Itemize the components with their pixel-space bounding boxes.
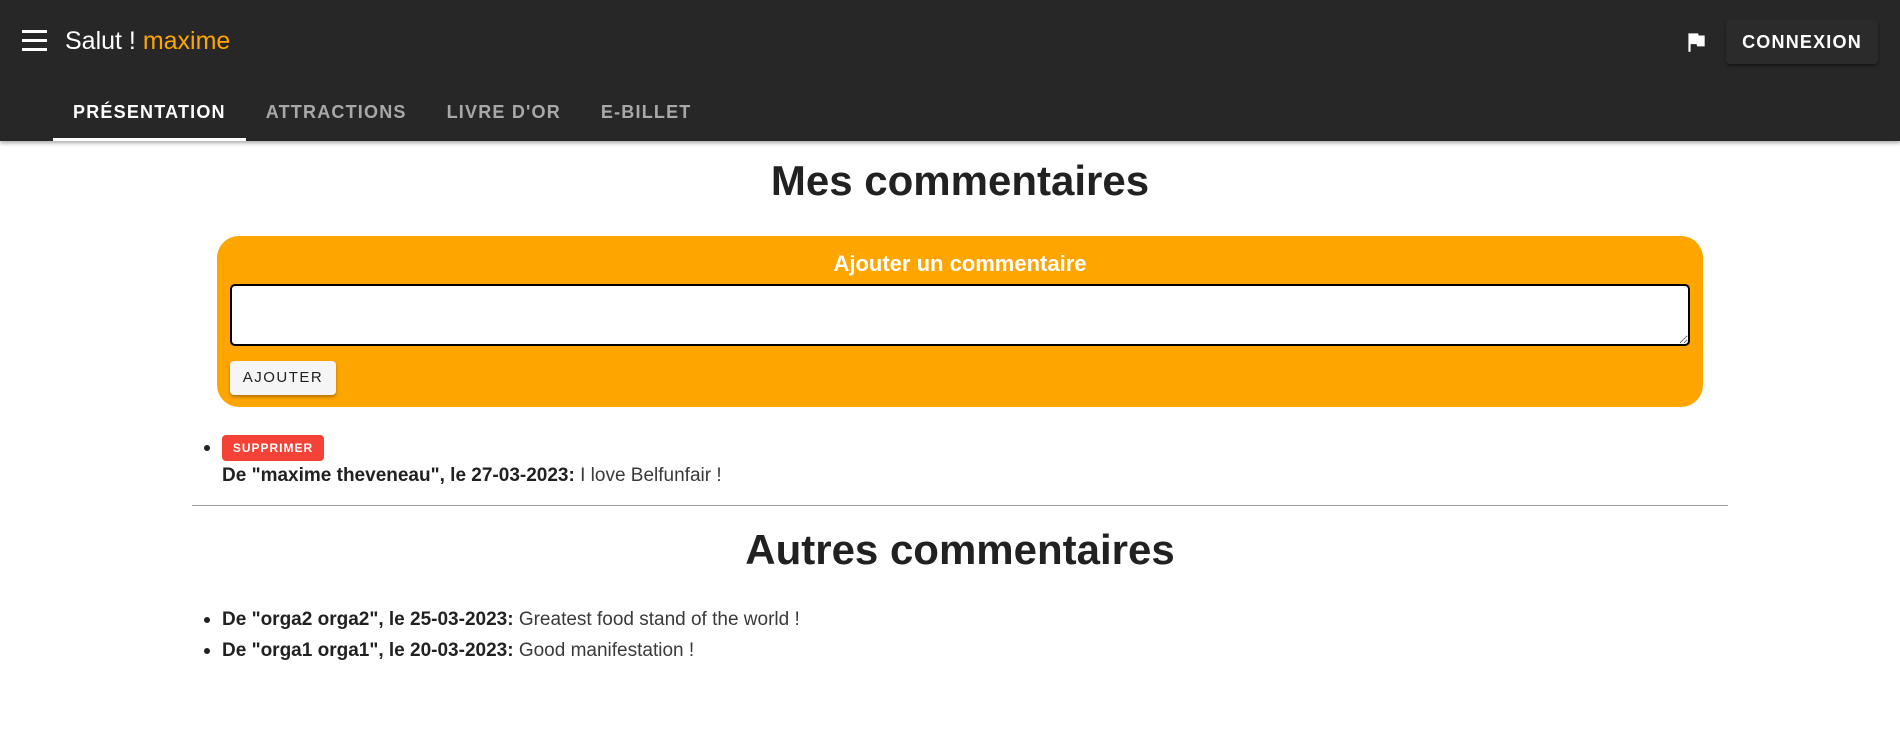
login-button[interactable]: CONNEXION xyxy=(1726,20,1878,64)
comment-body: Greatest food stand of the world ! xyxy=(518,609,800,630)
other-comments-title: Autres commentaires xyxy=(745,526,1175,573)
menu-icon[interactable] xyxy=(22,30,47,51)
add-comment-form: Ajouter un commentaire AJOUTER xyxy=(217,236,1703,407)
tab-attractions[interactable]: ATTRACTIONS xyxy=(246,90,427,141)
flag-icon[interactable] xyxy=(1683,29,1709,55)
bullet xyxy=(204,445,210,451)
divider xyxy=(192,505,1728,506)
comment-text: De "orga1 orga1", le 20-03-2023: Good ma… xyxy=(222,637,800,665)
list-item: De "orga1 orga1", le 20-03-2023: Good ma… xyxy=(204,637,800,667)
username-text: maxime xyxy=(142,27,231,55)
add-comment-button[interactable]: AJOUTER xyxy=(230,361,336,395)
tab-presentation[interactable]: PRÉSENTATION xyxy=(53,90,246,141)
tab-livre-d-or[interactable]: LIVRE D'OR xyxy=(427,90,581,141)
comment-body: I love Belfunfair ! xyxy=(580,465,722,486)
app-title: Salut ! maxime xyxy=(65,24,230,58)
list-item: SUPPRIMER De "maxime theveneau", le 27-0… xyxy=(204,435,722,490)
app-bar: Salut ! maxime CONNEXION PRÉSENTATION AT… xyxy=(0,0,1900,141)
comment-meta: De "orga2 orga2", le 25-03-2023: xyxy=(222,609,514,630)
comment-meta: De "maxime theveneau", le 27-03-2023: xyxy=(222,465,575,486)
add-comment-title: Ajouter un commentaire xyxy=(833,251,1087,276)
tab-e-billet[interactable]: E-BILLET xyxy=(581,90,712,141)
list-item: De "orga2 orga2", le 25-03-2023: Greates… xyxy=(204,606,800,636)
comment-meta: De "orga1 orga1", le 20-03-2023: xyxy=(222,640,514,661)
comment-text: De "maxime theveneau", le 27-03-2023: I … xyxy=(222,462,722,490)
my-comments-title: Mes commentaires xyxy=(770,157,1150,204)
nav-tabs: PRÉSENTATION ATTRACTIONS LIVRE D'OR E-BI… xyxy=(53,90,712,141)
comment-input[interactable] xyxy=(230,284,1690,346)
comment-text: De "orga2 orga2", le 25-03-2023: Greates… xyxy=(222,606,800,634)
greeting-text: Salut ! xyxy=(65,27,136,55)
comment-body: Good manifestation ! xyxy=(518,640,695,661)
toolbar: Salut ! maxime CONNEXION xyxy=(0,0,1900,82)
delete-comment-button[interactable]: SUPPRIMER xyxy=(222,435,324,461)
other-comments-list: De "orga2 orga2", le 25-03-2023: Greates… xyxy=(204,605,800,667)
bullet xyxy=(204,648,210,654)
my-comments-list: SUPPRIMER De "maxime theveneau", le 27-0… xyxy=(204,435,722,490)
bullet xyxy=(204,617,210,623)
